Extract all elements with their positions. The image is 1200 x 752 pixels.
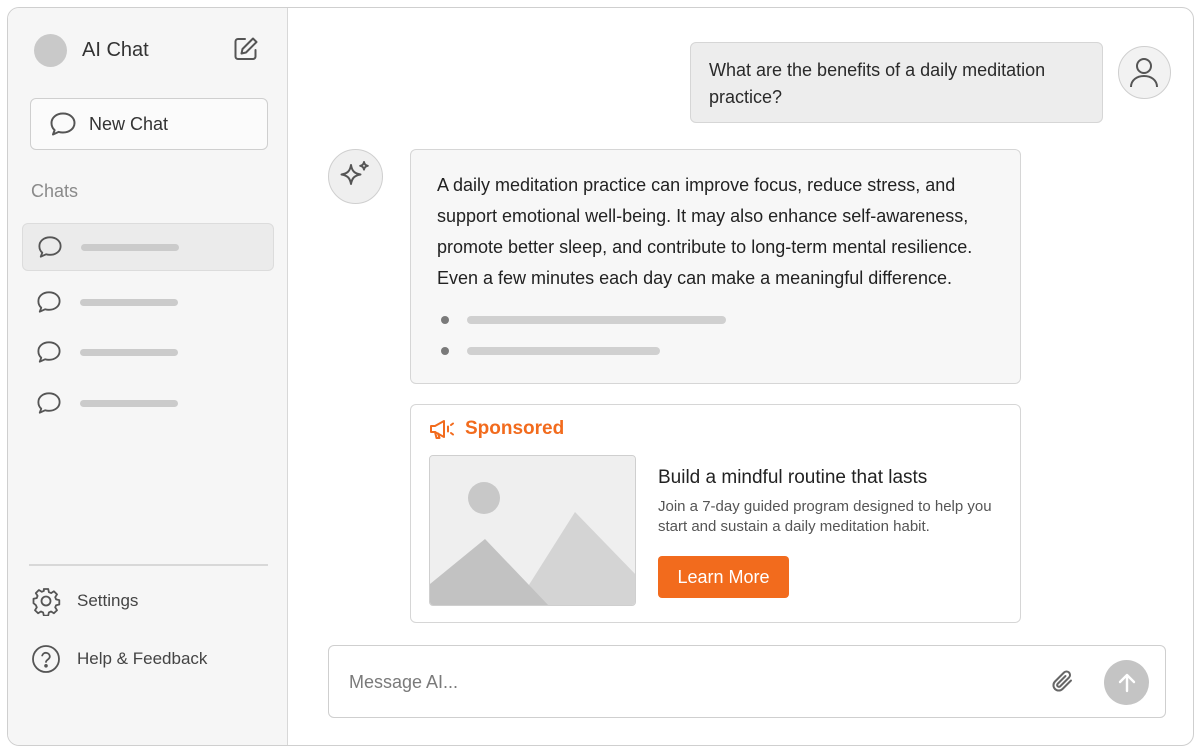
- app-title: AI Chat: [82, 39, 149, 61]
- bullet-dot: [441, 347, 449, 355]
- message-composer: [328, 645, 1166, 718]
- chat-title-placeholder: [81, 243, 179, 251]
- chat-title-placeholder: [80, 399, 178, 407]
- app-window: AI Chat New Chat Chats Settings Help & F…: [7, 7, 1194, 746]
- chat-list-item[interactable]: [22, 379, 274, 427]
- chat-list-item[interactable]: [22, 328, 274, 376]
- sponsored-card: Sponsored Build a mindful routine that l…: [410, 404, 1021, 623]
- ai-message: A daily meditation practice can improve …: [410, 149, 1021, 384]
- help-feedback-label: Help & Feedback: [77, 649, 208, 668]
- chat-bubble-icon: [37, 291, 61, 313]
- send-button[interactable]: [1104, 660, 1149, 705]
- ad-image[interactable]: [429, 455, 636, 606]
- text-placeholder: [467, 316, 726, 324]
- list-item: [441, 316, 726, 324]
- help-feedback-link[interactable]: Help & Feedback: [31, 644, 207, 674]
- brand: AI Chat: [34, 34, 149, 67]
- gear-icon: [32, 588, 61, 616]
- compose-icon[interactable]: [232, 35, 260, 63]
- arrow-up-icon: [1118, 673, 1135, 692]
- user-icon: [1130, 58, 1158, 88]
- sparkle-icon: [340, 161, 369, 185]
- sponsored-header: Sponsored: [429, 417, 564, 441]
- megaphone-icon: [430, 420, 454, 439]
- chat-list-item[interactable]: [22, 278, 274, 326]
- sidebar: AI Chat New Chat Chats Settings Help & F…: [8, 8, 288, 745]
- ad-title: Build a mindful routine that lasts: [658, 467, 928, 488]
- ai-avatar: [328, 149, 383, 204]
- bullet-dot: [441, 316, 449, 324]
- chat-bubble-icon: [37, 341, 61, 363]
- sidebar-divider: [29, 564, 268, 566]
- brand-logo: [34, 34, 67, 67]
- user-avatar: [1118, 46, 1171, 99]
- chat-title-placeholder: [80, 348, 178, 356]
- user-message: What are the benefits of a daily meditat…: [690, 42, 1103, 123]
- help-icon: [32, 645, 60, 673]
- ai-message-text: A daily meditation practice can improve …: [437, 175, 973, 288]
- chat-title-placeholder: [80, 298, 178, 306]
- message-input[interactable]: [349, 666, 1009, 698]
- settings-label: Settings: [77, 591, 139, 610]
- chats-heading: Chats: [31, 181, 79, 201]
- new-chat-button[interactable]: New Chat: [30, 98, 268, 150]
- chat-bubble-icon: [38, 236, 62, 258]
- text-placeholder: [467, 347, 660, 355]
- chat-bubble-icon: [37, 392, 61, 414]
- chat-list-item[interactable]: [22, 223, 274, 271]
- paperclip-icon[interactable]: [1049, 668, 1077, 696]
- ad-description: Join a 7-day guided program designed to …: [658, 498, 992, 535]
- chat-bubble-icon: [50, 112, 76, 136]
- image-placeholder-icon: [430, 456, 635, 605]
- list-item: [441, 347, 660, 355]
- new-chat-label: New Chat: [89, 113, 169, 134]
- learn-more-button[interactable]: Learn More: [658, 556, 789, 598]
- settings-link[interactable]: Settings: [31, 586, 138, 616]
- sponsored-label: Sponsored: [465, 418, 565, 439]
